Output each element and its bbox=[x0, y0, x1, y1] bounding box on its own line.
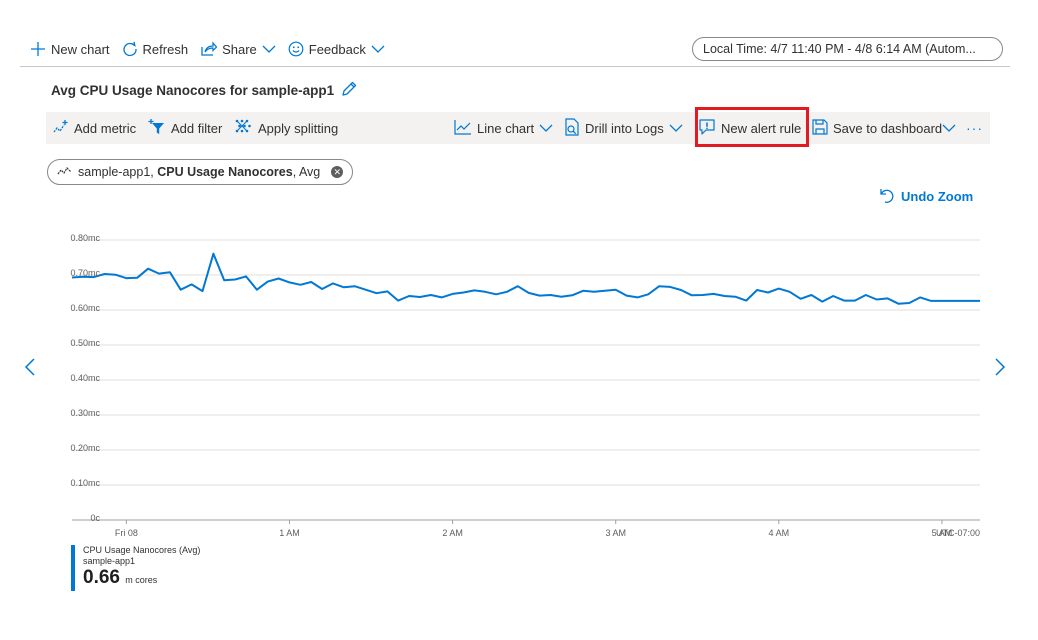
y-tick-label: 0.80mc bbox=[70, 233, 100, 243]
y-tick-label: 0c bbox=[90, 513, 100, 523]
share-label: Share bbox=[222, 41, 257, 57]
chevron-down-icon bbox=[539, 121, 553, 136]
add-filter-button[interactable]: Add filter bbox=[148, 112, 222, 144]
add-filter-label: Add filter bbox=[171, 120, 223, 136]
x-tick-label: 4 AM bbox=[768, 528, 790, 538]
x-tick-label: 2 AM bbox=[442, 528, 463, 538]
undo-icon bbox=[878, 186, 894, 207]
undo-zoom-button[interactable]: Undo Zoom bbox=[878, 186, 973, 207]
metric-aggregation: , Avg bbox=[292, 165, 321, 179]
add-metric-icon bbox=[53, 119, 69, 138]
legend-value: 0.66 bbox=[83, 567, 120, 588]
filter-icon bbox=[148, 118, 166, 138]
divider bbox=[20, 66, 1010, 67]
timezone-label: UTC-07:00 bbox=[935, 528, 981, 538]
top-command-bar: New chart Refresh Share Feedback bbox=[30, 38, 385, 60]
y-tick-label: 0.60mc bbox=[70, 303, 100, 313]
refresh-icon bbox=[122, 41, 138, 57]
chart-legend[interactable]: CPU Usage Nanocores (Avg) sample-app1 0.… bbox=[71, 545, 200, 591]
new-chart-label: New chart bbox=[51, 41, 110, 57]
y-tick-label: 0.50mc bbox=[70, 338, 100, 348]
plus-icon bbox=[30, 41, 46, 57]
x-tick-label: Fri 08 bbox=[114, 528, 138, 538]
legend-metric-label: CPU Usage Nanocores (Avg) bbox=[83, 545, 201, 555]
drill-into-logs-dropdown[interactable]: Drill into Logs bbox=[564, 112, 683, 144]
y-tick-label: 0.20mc bbox=[70, 443, 100, 453]
chart-title-row: Avg CPU Usage Nanocores for sample-app1 bbox=[51, 80, 358, 101]
x-tick-label: 5 AM bbox=[931, 528, 953, 538]
time-range-picker[interactable]: Local Time: 4/7 11:40 PM - 4/8 6:14 AM (… bbox=[692, 37, 1003, 61]
chevron-down-icon bbox=[371, 44, 385, 54]
chevron-down-icon bbox=[942, 121, 956, 136]
save-icon bbox=[812, 118, 828, 138]
x-tick-label: 3 AM bbox=[605, 528, 626, 538]
legend-resource: sample-app1 bbox=[83, 556, 136, 566]
metric-name: CPU Usage Nanocores bbox=[157, 165, 293, 179]
next-arrow-icon[interactable] bbox=[992, 357, 1008, 380]
metric-line-icon bbox=[57, 165, 73, 179]
chevron-down-icon bbox=[262, 44, 276, 54]
undo-zoom-label: Undo Zoom bbox=[901, 189, 974, 204]
remove-metric-icon[interactable]: ✕ bbox=[331, 166, 344, 178]
drill-into-logs-label: Drill into Logs bbox=[585, 120, 664, 136]
share-icon bbox=[200, 41, 218, 57]
metric-pill[interactable]: sample-app1, CPU Usage Nanocores, Avg ✕ bbox=[47, 159, 354, 185]
metric-resource: sample-app1, bbox=[78, 165, 158, 179]
chart-title: Avg CPU Usage Nanocores for sample-app1 bbox=[51, 83, 335, 98]
add-metric-label: Add metric bbox=[74, 120, 137, 136]
x-tick-label: 1 AM bbox=[279, 528, 300, 538]
apply-splitting-label: Apply splitting bbox=[258, 120, 339, 136]
feedback-label: Feedback bbox=[308, 41, 366, 57]
metric-pill-text: sample-app1, CPU Usage Nanocores, Avg bbox=[78, 165, 320, 179]
chevron-down-icon bbox=[669, 121, 683, 136]
y-tick-label: 0.30mc bbox=[70, 408, 100, 418]
y-tick-label: 0.10mc bbox=[70, 478, 100, 488]
pencil-icon[interactable] bbox=[340, 80, 358, 101]
refresh-label: Refresh bbox=[142, 41, 189, 57]
highlight-box bbox=[695, 107, 809, 147]
save-to-dashboard-label: Save to dashboard bbox=[833, 120, 943, 136]
previous-arrow-icon[interactable] bbox=[22, 357, 38, 380]
y-tick-label: 0.40mc bbox=[70, 373, 100, 383]
line-chart-label: Line chart bbox=[477, 120, 535, 136]
smiley-icon bbox=[288, 41, 304, 57]
legend-unit: m cores bbox=[125, 575, 158, 585]
save-to-dashboard-dropdown[interactable]: Save to dashboard bbox=[812, 112, 956, 144]
logs-icon bbox=[564, 117, 580, 139]
refresh-button[interactable]: Refresh bbox=[122, 41, 189, 57]
more-options-button[interactable]: ··· bbox=[966, 112, 983, 144]
line-chart-dropdown[interactable]: Line chart bbox=[454, 112, 553, 144]
apply-splitting-button[interactable]: Apply splitting bbox=[235, 112, 338, 144]
chart-toolbar: Add metric Add filter Apply splitting Li… bbox=[46, 107, 990, 147]
add-metric-button[interactable]: Add metric bbox=[53, 112, 136, 144]
share-button[interactable]: Share bbox=[200, 41, 276, 57]
series-line bbox=[71, 252, 980, 305]
feedback-button[interactable]: Feedback bbox=[288, 41, 385, 57]
new-chart-button[interactable]: New chart bbox=[30, 41, 110, 57]
line-chart-icon bbox=[454, 119, 472, 138]
legend-value-row: 0.66 m cores bbox=[83, 567, 200, 591]
y-tick-label: 0.70mc bbox=[70, 268, 100, 278]
splitting-icon bbox=[235, 119, 253, 138]
